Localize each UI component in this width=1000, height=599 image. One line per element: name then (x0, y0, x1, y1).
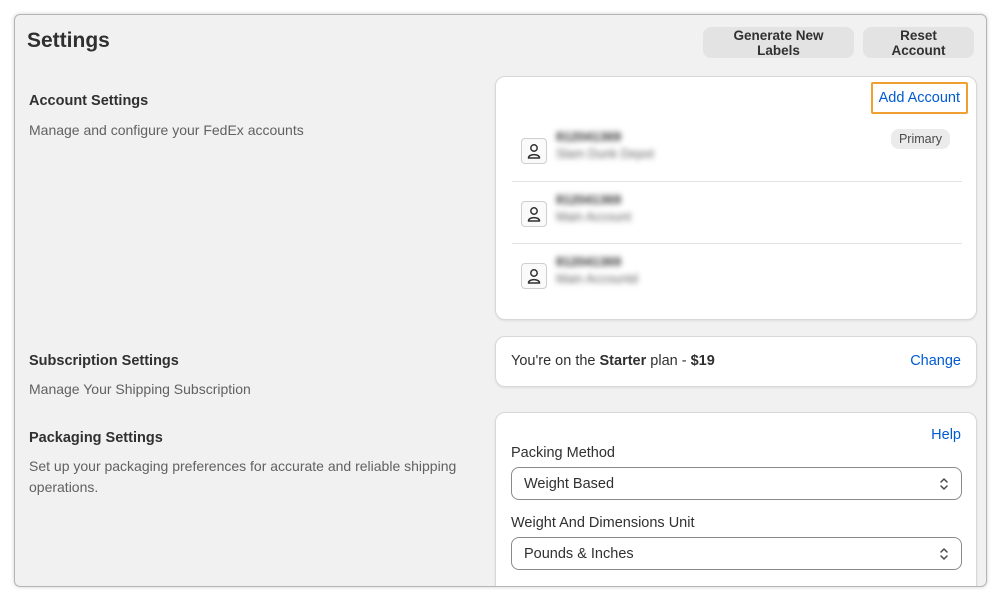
account-number: 812041369 (556, 254, 622, 269)
primary-badge: Primary (890, 129, 950, 149)
unit-label: Weight And Dimensions Unit (511, 515, 695, 531)
packing-method-label: Packing Method (511, 445, 615, 461)
account-name: Main Accountd (556, 272, 638, 286)
help-link[interactable]: Help (931, 427, 961, 443)
page-title: Settings (27, 29, 110, 52)
plan-price: $19 (690, 353, 715, 369)
unit-value: Pounds & Inches (524, 545, 634, 562)
account-settings-description: Manage and configure your FedEx accounts (29, 122, 304, 138)
chevron-up-down-icon (940, 548, 948, 560)
person-icon (521, 201, 547, 227)
plan-middle: plan - (646, 353, 691, 369)
subscription-plan-text: You're on the Starter plan - $19 (511, 353, 715, 369)
chevron-up-down-icon (940, 478, 948, 490)
change-plan-link[interactable]: Change (910, 353, 961, 369)
account-name: Slam Dunk Depot (556, 147, 654, 161)
packaging-card: Help Packing Method Weight Based Weight … (495, 412, 977, 586)
account-row[interactable]: 812041369 Main Account (512, 181, 962, 243)
packaging-settings-description: Set up your packaging preferences for ac… (29, 458, 457, 495)
account-number: 812041369 (556, 192, 622, 207)
person-icon (521, 263, 547, 289)
settings-window: Settings Generate New Labels Reset Accou… (14, 14, 987, 587)
reset-account-button[interactable]: Reset Account (863, 27, 974, 58)
person-icon (521, 138, 547, 164)
accounts-card: Add Account 812041369 Slam Dunk Depot Pr… (495, 76, 977, 320)
generate-new-labels-button[interactable]: Generate New Labels (703, 27, 854, 58)
subscription-settings-description: Manage Your Shipping Subscription (29, 381, 251, 397)
account-name: Main Account (556, 210, 632, 224)
packing-method-select[interactable]: Weight Based (511, 467, 962, 500)
plan-prefix: You're on the (511, 353, 600, 369)
account-settings-title: Account Settings (29, 93, 149, 109)
subscription-card: You're on the Starter plan - $19 Change (495, 336, 977, 387)
unit-select[interactable]: Pounds & Inches (511, 537, 962, 570)
packaging-settings-title: Packaging Settings (29, 430, 163, 446)
packing-method-value: Weight Based (524, 475, 615, 492)
account-row[interactable]: 812041369 Main Accountd (512, 243, 962, 305)
account-number: 812041369 (556, 129, 622, 144)
subscription-settings-title: Subscription Settings (29, 353, 179, 369)
plan-name: Starter (599, 353, 647, 369)
add-account-link[interactable]: Add Account (870, 82, 968, 114)
account-row[interactable]: 812041369 Slam Dunk Depot Primary (512, 119, 962, 181)
